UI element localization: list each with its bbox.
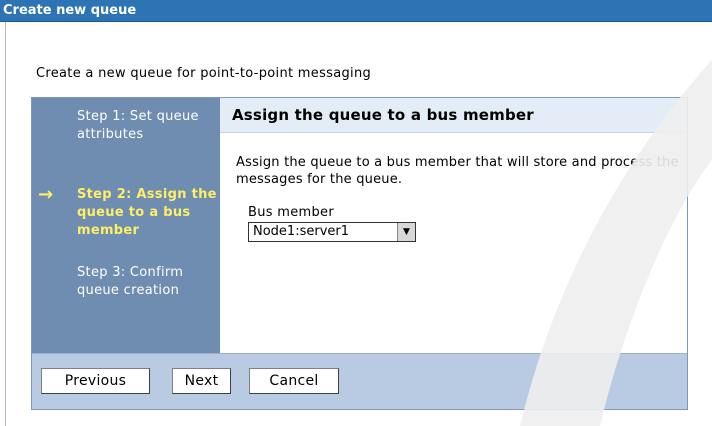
content-header: Assign the queue to a bus member (220, 98, 687, 133)
step-3-label: Step 3: Confirm queue creation (77, 265, 184, 298)
window-title: Create new queue (0, 0, 712, 22)
wizard-panel: Step 1: Set queue attributes → Step 2: A… (31, 97, 688, 410)
next-button[interactable]: Next (172, 368, 231, 394)
bus-member-select[interactable]: Node1:server1 ▼ (248, 222, 416, 242)
step-1-label[interactable]: Step 1: Set queue attributes (77, 108, 217, 144)
bus-member-label: Bus member (248, 205, 334, 220)
previous-button[interactable]: Previous (41, 368, 150, 394)
button-bar: Previous Next Cancel (32, 353, 687, 409)
step-2-label: Step 2: Assign the queue to a bus member (77, 187, 217, 238)
chevron-down-icon[interactable]: ▼ (397, 223, 415, 241)
page-intro: Create a new queue for point-to-point me… (36, 66, 372, 81)
frame-left-border (0, 22, 6, 426)
bus-member-value: Node1:server1 (253, 224, 350, 239)
content-title: Assign the queue to a bus member (232, 106, 534, 124)
wizard-steps-panel: Step 1: Set queue attributes → Step 2: A… (32, 98, 220, 353)
arrow-right-icon: → (38, 184, 54, 205)
content-description: Assign the queue to a bus member that wi… (236, 155, 679, 187)
cancel-button[interactable]: Cancel (249, 368, 339, 394)
wizard-content: Assign the queue to a bus member Assign … (220, 98, 687, 353)
